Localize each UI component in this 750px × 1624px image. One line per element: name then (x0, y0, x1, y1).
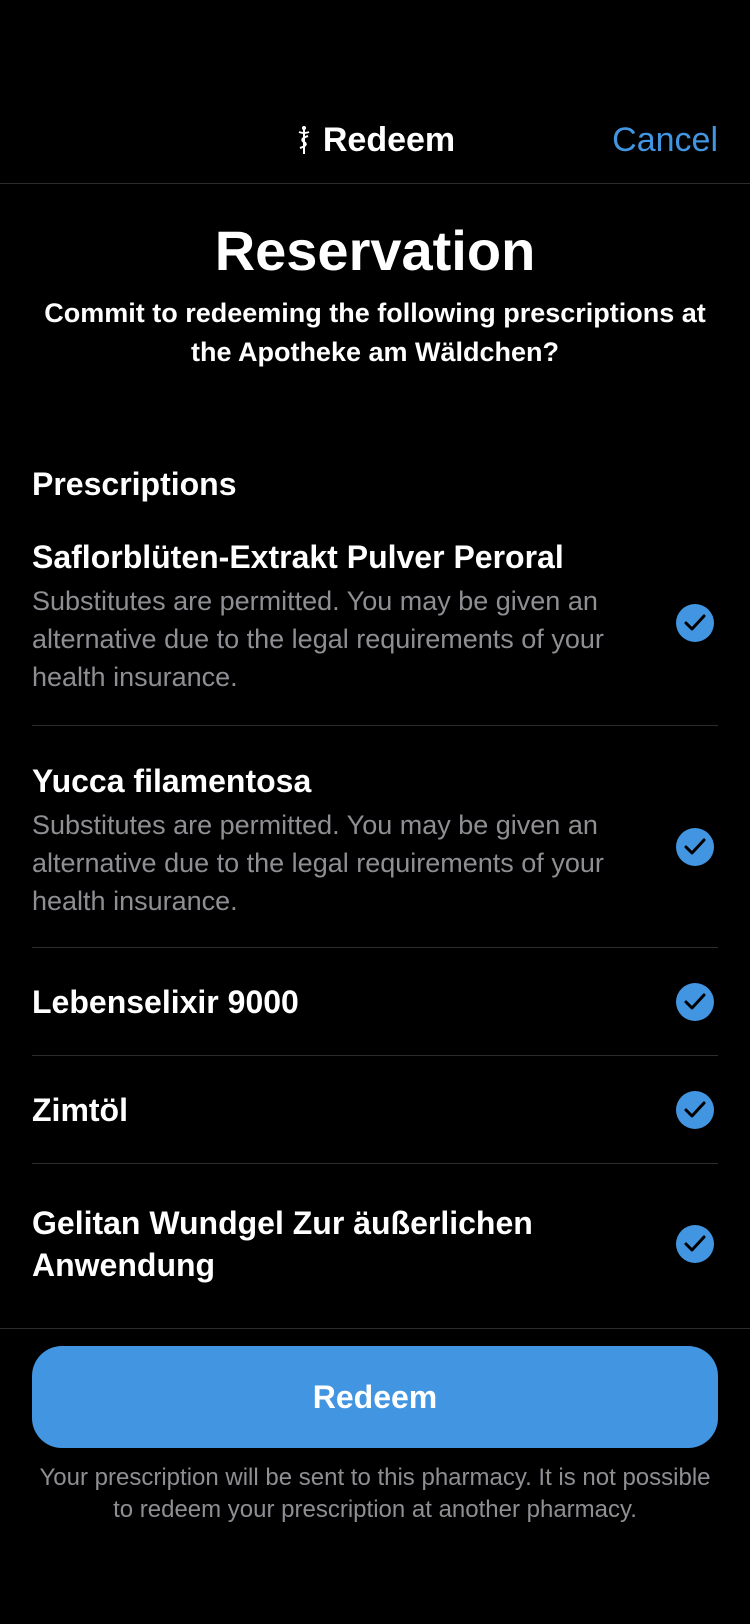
page-subtitle: Commit to redeeming the following prescr… (44, 298, 706, 367)
prescription-text: Yucca filamentosa Substitutes are permit… (32, 760, 642, 920)
redeem-button[interactable]: Redeem (32, 1346, 718, 1448)
prescription-text: Gelitan Wundgel Zur äußerlichen Anwendun… (32, 1202, 642, 1286)
navigation-bar: Redeem Cancel (0, 0, 750, 184)
prescriptions-section-title: Prescriptions (32, 466, 237, 502)
prescription-item[interactable]: Zimtöl (32, 1056, 718, 1164)
checkmark-icon[interactable] (676, 1090, 714, 1129)
page-title: Reservation (214, 219, 536, 282)
prescription-text: Saflorblüten-Extrakt Pulver Peroral Subs… (32, 536, 642, 696)
prescription-name: Lebenselixir 9000 (32, 983, 299, 1020)
prescription-description: Substitutes are permitted. You may be gi… (32, 586, 604, 692)
checkmark-icon[interactable] (676, 1225, 714, 1263)
nav-title-text: Redeem (322, 121, 456, 159)
prescription-name: Zimtöl (32, 1091, 128, 1128)
prescription-item[interactable]: Yucca filamentosa Substitutes are permit… (32, 726, 718, 948)
prescription-text: Zimtöl (32, 1089, 642, 1131)
cancel-button[interactable]: Cancel (612, 116, 718, 164)
prescription-name: Saflorblüten-Extrakt Pulver Peroral (32, 539, 564, 575)
checkmark-icon[interactable] (676, 982, 714, 1021)
checkmark-icon[interactable] (676, 828, 714, 866)
caduceus-icon (298, 126, 310, 154)
bottom-divider (0, 1328, 750, 1329)
prescription-name: Gelitan Wundgel Zur äußerlichen Anwendun… (32, 1205, 533, 1283)
prescriptions-list: Saflorblüten-Extrakt Pulver Peroral Subs… (32, 526, 718, 1324)
checkmark-icon[interactable] (676, 604, 714, 642)
prescription-item[interactable]: Lebenselixir 9000 (32, 948, 718, 1056)
prescription-description: Substitutes are permitted. You may be gi… (32, 810, 604, 916)
redeem-footnote: Your prescription will be sent to this p… (39, 1464, 711, 1523)
prescription-name: Yucca filamentosa (32, 763, 312, 799)
prescription-text: Lebenselixir 9000 (32, 981, 642, 1023)
prescription-item[interactable]: Saflorblüten-Extrakt Pulver Peroral Subs… (32, 526, 718, 726)
prescription-item[interactable]: Gelitan Wundgel Zur äußerlichen Anwendun… (32, 1164, 718, 1324)
